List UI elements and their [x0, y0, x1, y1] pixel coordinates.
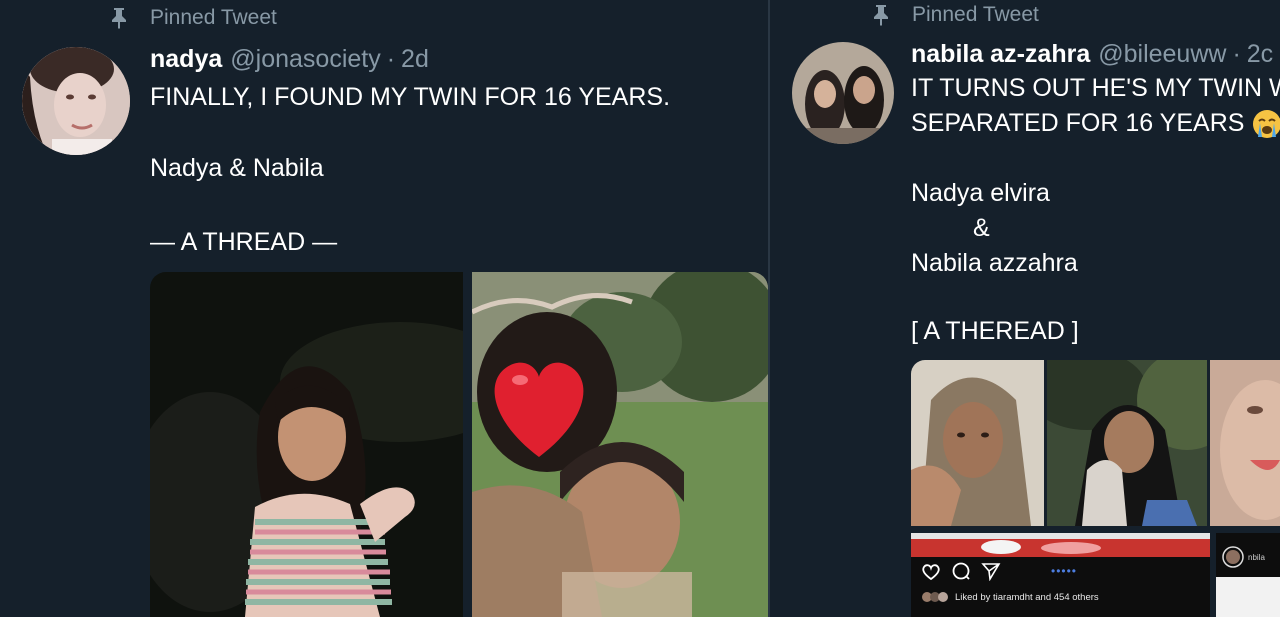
pinned-row: Pinned Tweet	[110, 6, 277, 30]
carousel-dots: •••••	[1051, 564, 1078, 578]
closeup-face-photo	[1210, 360, 1280, 526]
tweet-photo-5[interactable]: nbila	[1216, 533, 1280, 617]
right-tweet[interactable]: Pinned Tweet nabila az-zahra @bileeuww ·…	[770, 0, 1280, 617]
tweet-line-1: IT TURNS OUT HE'S MY TWIN W	[911, 74, 1280, 102]
tweet-header: nadya @jonasociety · 2d	[150, 45, 429, 74]
tweet-photo-2[interactable]	[1047, 360, 1207, 526]
instagram-handle: nbila	[1248, 552, 1265, 562]
instagram-actions: •••••	[921, 561, 1077, 581]
hijab-selfie-photo	[911, 360, 1044, 526]
left-tweet[interactable]: Pinned Tweet nadya @jonasociety · 2d FIN…	[0, 0, 768, 617]
tweet-photo-2[interactable]	[472, 272, 768, 617]
instagram-image-area	[1216, 577, 1280, 617]
old-photo-with-heart	[472, 272, 768, 617]
tweet-photo-1[interactable]	[150, 272, 463, 617]
tweet-line-3: Nadya elvira	[911, 179, 1050, 207]
avatar[interactable]	[22, 47, 130, 155]
avatar[interactable]	[792, 42, 894, 144]
timestamp[interactable]: 2d	[401, 45, 429, 74]
separator-dot: ·	[386, 45, 396, 73]
tweet-line-4: &	[973, 214, 990, 242]
pin-icon	[874, 5, 888, 26]
display-name[interactable]: nabila az-zahra	[911, 40, 1090, 69]
tweet-line-3: — A THREAD —	[150, 228, 338, 256]
instagram-likes-row: Liked by tiaramdht and 454 others	[921, 591, 1099, 603]
tweet-line-2-text: SEPARATED FOR 16 YEARS	[911, 109, 1245, 137]
pinned-label: Pinned Tweet	[912, 3, 1039, 26]
tweet-photo-1[interactable]	[911, 360, 1044, 526]
tweet-header: nabila az-zahra @bileeuww · 2c	[911, 40, 1273, 69]
tweet-line-1: FINALLY, I FOUND MY TWIN FOR 16 YEARS.	[150, 83, 671, 111]
share-icon[interactable]	[981, 561, 1001, 581]
girl-night-photo	[150, 272, 463, 617]
liker-avatars-icon	[922, 592, 948, 602]
tweet-photo-4[interactable]: ••••• Liked by tiaramdht and 454 others	[911, 533, 1210, 617]
handle[interactable]: @bileeuww	[1098, 40, 1226, 69]
tweet-line-5: Nabila azzahra	[911, 249, 1078, 277]
likes-text: Liked by tiaramdht and 454 others	[955, 591, 1099, 603]
timestamp[interactable]: 2c	[1247, 40, 1273, 69]
tweet-line-2: Nadya & Nabila	[150, 154, 324, 182]
handle[interactable]: @jonasociety	[230, 45, 380, 74]
hijab-outdoor-photo	[1047, 360, 1207, 526]
pinned-row: Pinned Tweet	[872, 3, 1039, 27]
separator-dot: ·	[1232, 40, 1241, 68]
instagram-header: nbila	[1216, 541, 1280, 573]
comment-icon[interactable]	[951, 561, 971, 581]
crying-face-icon	[1253, 109, 1280, 138]
instagram-screenshot-strip	[911, 533, 1210, 557]
display-name[interactable]: nadya	[150, 45, 222, 74]
tweet-photo-3[interactable]	[1210, 360, 1280, 526]
tweet-line-2: SEPARATED FOR 16 YEARS	[911, 106, 1280, 141]
avatar-photo	[792, 42, 894, 144]
avatar-photo	[22, 47, 130, 155]
profile-avatar-icon	[1222, 546, 1244, 568]
tweet-line-6: [ A THEREAD ]	[911, 317, 1079, 345]
pin-icon	[112, 8, 126, 29]
pinned-label: Pinned Tweet	[150, 6, 277, 29]
heart-outline-icon[interactable]	[921, 562, 941, 580]
